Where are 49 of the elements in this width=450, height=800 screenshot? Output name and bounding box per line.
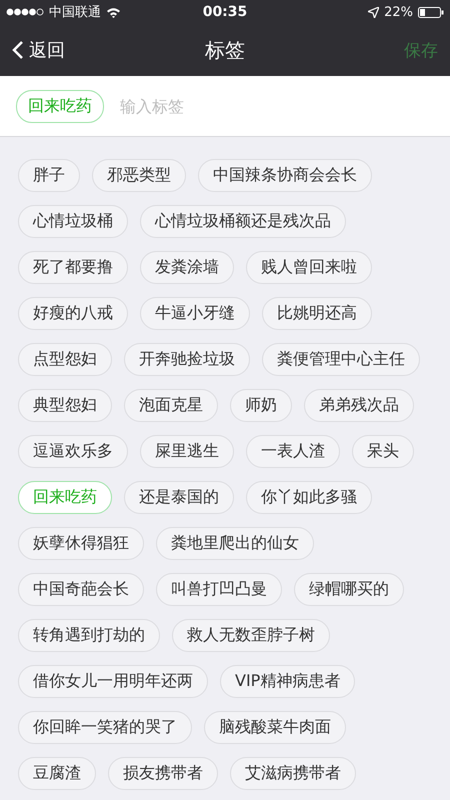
status-time: 00:35 <box>202 4 248 20</box>
wifi-icon <box>106 6 121 18</box>
nav-title: 标签 <box>205 36 245 64</box>
tag[interactable]: 呆头 <box>352 435 414 468</box>
tag[interactable]: 粪便管理中心主任 <box>262 343 420 376</box>
tag[interactable]: 中国辣条协商会会长 <box>198 159 372 192</box>
tag[interactable]: 弟弟残次品 <box>304 389 414 422</box>
tag[interactable]: 死了都要撸 <box>18 251 128 284</box>
tag[interactable]: 绿帽哪买的 <box>294 573 404 606</box>
tag[interactable]: 艾滋病携带者 <box>230 757 356 790</box>
tag[interactable]: 豆腐渣 <box>18 757 96 790</box>
tag[interactable]: 叫兽打凹凸曼 <box>156 573 282 606</box>
tag[interactable]: 损友携带者 <box>108 757 218 790</box>
tag[interactable]: 点型怨妇 <box>18 343 112 376</box>
tag[interactable]: 贱人曾回来啦 <box>246 251 372 284</box>
tag[interactable]: 心情垃圾桶额还是残次品 <box>140 205 346 238</box>
back-button[interactable]: 返回 <box>12 38 65 62</box>
tag[interactable]: 中国奇葩会长 <box>18 573 144 606</box>
tag[interactable]: 救人无数歪脖子树 <box>172 619 330 652</box>
tag[interactable]: 发粪涂墙 <box>140 251 234 284</box>
tag-input[interactable]: 输入标签 <box>118 96 302 116</box>
tag[interactable]: 逗逼欢乐多 <box>18 435 128 468</box>
tag[interactable]: 还是泰国的 <box>124 481 234 514</box>
tag[interactable]: 师奶 <box>230 389 292 422</box>
tag[interactable]: 屎里逃生 <box>140 435 234 468</box>
tag[interactable]: 牛逼小牙缝 <box>140 297 250 330</box>
location-icon <box>368 6 380 18</box>
tag[interactable]: 好瘦的八戒 <box>18 297 128 330</box>
back-icon <box>12 40 24 60</box>
tag[interactable]: 你回眸一笑猪的哭了 <box>18 711 192 744</box>
carrier-name: 中国联通 <box>49 4 101 21</box>
signal-icon <box>6 8 44 16</box>
tag[interactable]: VIP精神病患者 <box>220 665 356 698</box>
tag[interactable]: 粪地里爬出的仙女 <box>156 527 314 560</box>
tag[interactable]: 比姚明还高 <box>262 297 372 330</box>
tag[interactable]: 妖孽休得猖狂 <box>18 527 144 560</box>
tag[interactable]: 开奔驰捡垃圾 <box>124 343 250 376</box>
battery-icon <box>418 6 444 18</box>
tag[interactable]: 邪恶类型 <box>92 159 186 192</box>
tag[interactable]: 转角遇到打劫的 <box>18 619 160 652</box>
tag[interactable]: 胖子 <box>18 159 80 192</box>
tag[interactable]: 典型怨妇 <box>18 389 112 422</box>
tag[interactable]: 泡面克星 <box>124 389 218 422</box>
tag[interactable]: 一表人渣 <box>246 435 340 468</box>
tag[interactable]: 你丫如此多骚 <box>246 481 372 514</box>
battery-percent: 22% <box>384 4 413 20</box>
tag[interactable]: 脑残酸菜牛肉面 <box>204 711 346 744</box>
tag[interactable]: 心情垃圾桶 <box>18 205 128 238</box>
tag[interactable]: 借你女儿一用明年还两 <box>18 665 208 698</box>
